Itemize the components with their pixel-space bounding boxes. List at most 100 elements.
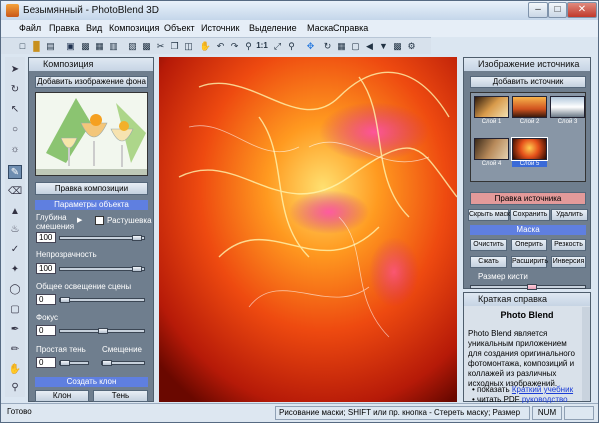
menu-selection[interactable]: Выделение — [249, 23, 297, 33]
save-icon[interactable]: ▣ — [64, 40, 77, 52]
shadow-slider-thumb[interactable] — [60, 360, 70, 366]
folder-browse-icon[interactable]: ▤ — [44, 40, 57, 52]
close-button[interactable]: ✕ — [567, 2, 597, 18]
brush-icon[interactable]: ✎ — [8, 165, 22, 179]
import-icon[interactable]: ▥ — [107, 40, 120, 52]
shadow-button[interactable]: Тень — [93, 390, 148, 402]
minimize-button[interactable]: – — [528, 2, 548, 18]
hand-tool-icon[interactable]: ✋ — [199, 40, 212, 52]
save-mask-button[interactable]: Сохранить — [510, 209, 550, 221]
feather-checkbox[interactable] — [95, 216, 104, 225]
bucket-icon[interactable]: ♨ — [8, 223, 22, 237]
help-scrollbar[interactable] — [582, 307, 590, 401]
delete-button[interactable]: Удалить — [551, 209, 588, 221]
menu-help[interactable]: Справка — [333, 23, 368, 33]
maximize-button[interactable]: □ — [548, 2, 567, 18]
feather-mask-button[interactable]: Оперить — [511, 239, 547, 251]
depth-slider-thumb[interactable] — [132, 235, 142, 241]
flip-v-icon[interactable]: ▼ — [377, 40, 390, 52]
check-icon[interactable]: ✓ — [8, 243, 22, 257]
grid-icon[interactable]: ▦ — [335, 40, 348, 52]
menu-object[interactable]: Объект — [164, 23, 195, 33]
opacity-slider-thumb[interactable] — [132, 266, 142, 272]
settings-icon[interactable]: ⚙ — [405, 40, 418, 52]
opacity-value-field[interactable]: 100 — [36, 263, 56, 274]
menu-composition[interactable]: Композиция — [109, 23, 159, 33]
expand-button[interactable]: Расширить — [511, 256, 548, 268]
add-source-button[interactable]: Добавить источник — [470, 76, 586, 88]
menu-mask[interactable]: Маска — [307, 23, 333, 33]
pointer-icon[interactable]: ➤ — [8, 63, 22, 77]
lasso-icon[interactable]: ◯ — [8, 283, 22, 297]
pin-icon[interactable]: ○ — [8, 123, 22, 137]
lighting-slider-thumb[interactable] — [60, 297, 70, 303]
eraser-icon[interactable]: ⌫ — [8, 185, 22, 199]
layers-icon[interactable]: ▧ — [126, 40, 139, 52]
align-icon[interactable]: ▩ — [391, 40, 404, 52]
zoom-1to1-button[interactable]: 1:1 — [255, 40, 269, 52]
composition-canvas[interactable] — [159, 57, 457, 402]
invert-button[interactable]: Инверсия — [551, 256, 586, 268]
offset-slider-thumb[interactable] — [102, 360, 112, 366]
source-thumb-5[interactable] — [511, 137, 548, 161]
light-icon[interactable]: ☼ — [8, 143, 22, 157]
paste-icon[interactable]: ◫ — [182, 40, 195, 52]
open-folder-icon[interactable]: █ — [30, 40, 43, 52]
focus-slider[interactable] — [59, 328, 145, 334]
focus-slider-thumb[interactable] — [98, 328, 108, 334]
flip-h-icon[interactable]: ◀ — [363, 40, 376, 52]
menu-view[interactable]: Вид — [86, 23, 102, 33]
source-thumb-1[interactable] — [474, 96, 509, 118]
menu-source[interactable]: Источник — [201, 23, 239, 33]
move-icon[interactable]: ✥ — [304, 40, 317, 52]
clone-button[interactable]: Клон — [35, 390, 89, 402]
undo-icon[interactable]: ↶ — [214, 40, 227, 52]
menu-file[interactable]: Файл — [19, 23, 41, 33]
sharpness-button[interactable]: Резкость — [551, 239, 586, 251]
print-icon[interactable]: ▩ — [79, 40, 92, 52]
scale-tool-icon[interactable]: ↖ — [8, 103, 22, 117]
clear-mask-button[interactable]: Очистить — [470, 239, 507, 251]
eyedropper-icon[interactable]: ✏ — [8, 343, 22, 357]
zoom-in-icon[interactable]: ⚲ — [242, 40, 255, 52]
source-thumb-4[interactable] — [474, 138, 509, 160]
object-icon[interactable]: ▩ — [140, 40, 153, 52]
rotate-icon[interactable]: ↻ — [321, 40, 334, 52]
rotate-tool-icon[interactable]: ↻ — [8, 83, 22, 97]
lighting-slider[interactable] — [59, 297, 145, 303]
offset-slider[interactable] — [101, 360, 145, 366]
depth-arrow-icon[interactable]: ▶ — [77, 216, 82, 224]
scale-icon[interactable]: ▢ — [349, 40, 362, 52]
select-icon[interactable]: ▢ — [8, 303, 22, 317]
hand-icon[interactable]: ✋ — [8, 363, 22, 377]
export-icon[interactable]: ▦ — [93, 40, 106, 52]
shadow-value-field[interactable]: 0 — [36, 357, 56, 368]
pen-icon[interactable]: ✒ — [8, 323, 22, 337]
menu-edit[interactable]: Правка — [49, 23, 79, 33]
brush-size-thumb[interactable] — [527, 284, 537, 290]
stamp-icon[interactable]: ▲ — [8, 205, 22, 219]
opacity-slider[interactable] — [59, 266, 145, 272]
source-thumb-2[interactable] — [512, 96, 547, 118]
focus-value-field[interactable]: 0 — [36, 325, 56, 336]
magic-wand-icon[interactable]: ✦ — [8, 263, 22, 277]
cut-icon[interactable]: ✂ — [154, 40, 167, 52]
lighting-value-field[interactable]: 0 — [36, 294, 56, 305]
zoom-fit-icon[interactable]: ⤢ — [271, 40, 284, 52]
depth-slider[interactable] — [59, 235, 145, 241]
source-thumb-3[interactable] — [550, 96, 585, 118]
new-file-icon[interactable]: □ — [16, 40, 29, 52]
zoom-out-icon[interactable]: ⚲ — [285, 40, 298, 52]
edit-source-button[interactable]: Правка источника — [470, 192, 586, 205]
brush-size-slider[interactable] — [470, 284, 586, 290]
add-background-button[interactable]: Добавить изображение фона — [35, 76, 148, 88]
edit-composition-button[interactable]: Правка композиции — [35, 182, 148, 195]
tutorial-link[interactable]: Краткий учебник — [512, 385, 573, 394]
shadow-slider[interactable] — [59, 360, 89, 366]
hide-mask-button[interactable]: Скрыть маску — [468, 209, 514, 221]
zoom-tool-icon[interactable]: ⚲ — [8, 381, 22, 395]
copy-icon[interactable]: ❐ — [168, 40, 181, 52]
depth-value-field[interactable]: 100 — [36, 232, 56, 243]
shrink-button[interactable]: Сжать — [470, 256, 507, 268]
redo-icon[interactable]: ↷ — [228, 40, 241, 52]
